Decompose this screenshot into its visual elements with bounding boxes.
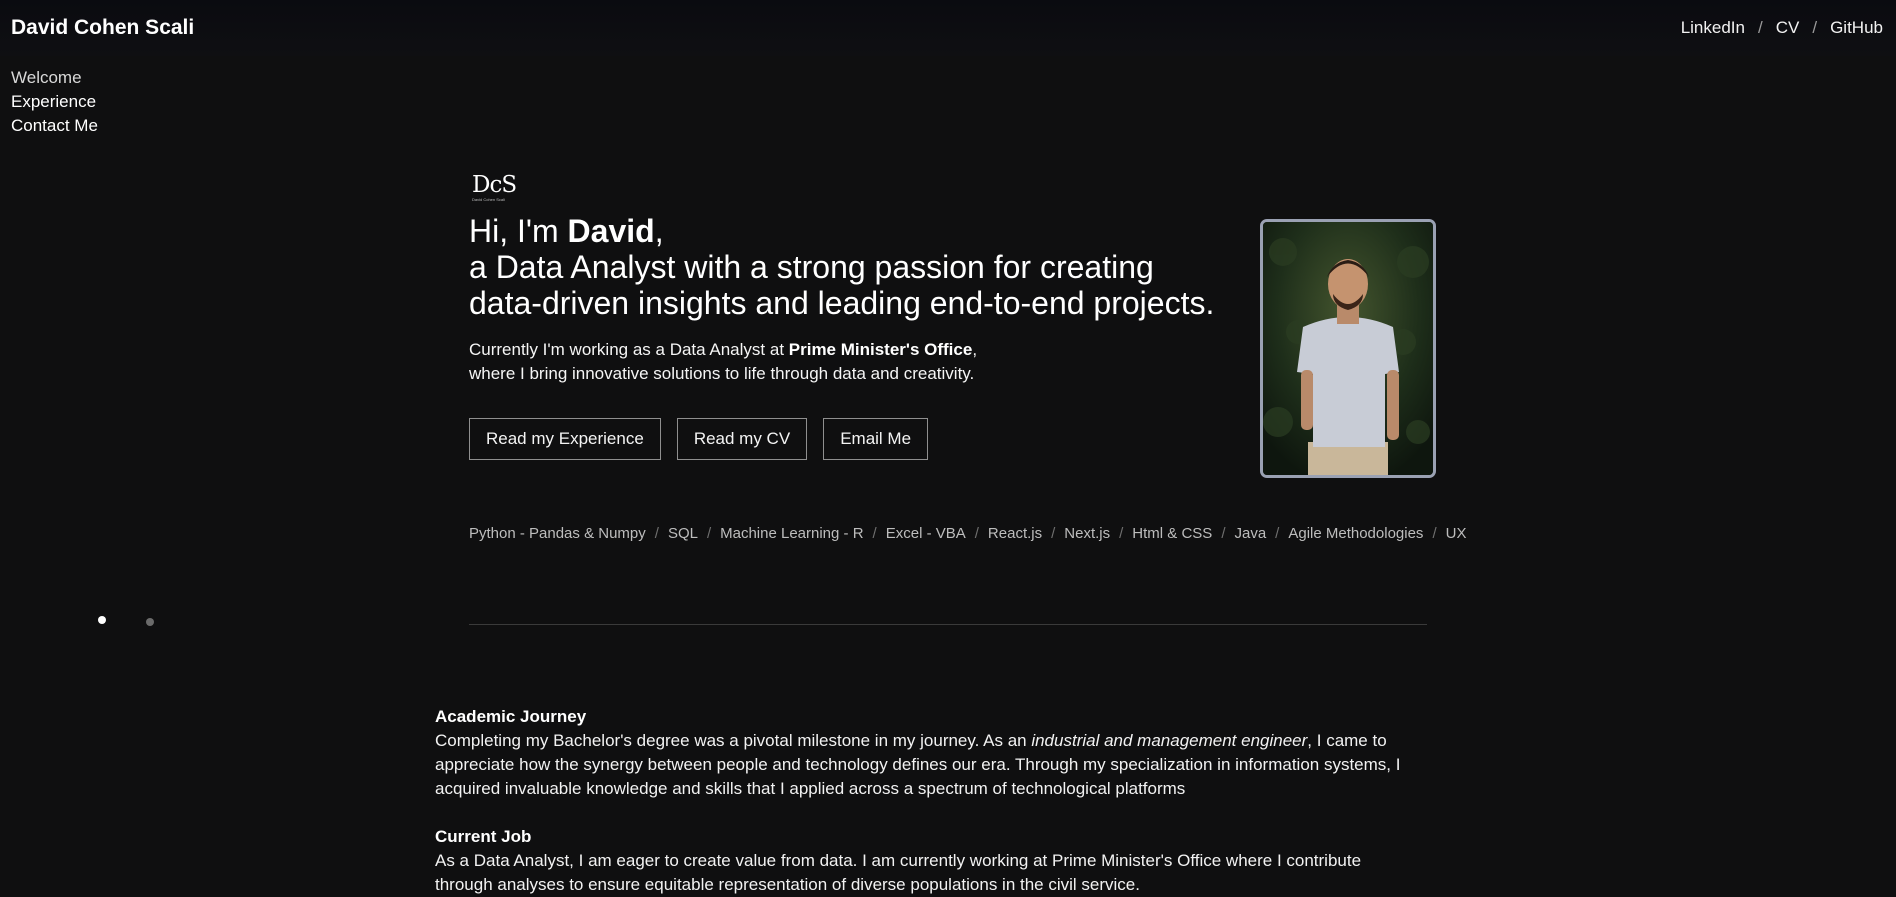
section-divider — [469, 624, 1427, 625]
current-job-text: As a Data Analyst, I am eager to create … — [435, 851, 1362, 894]
skill-item: React.js — [987, 525, 1043, 542]
intro-org: Prime Minister's Office — [788, 340, 973, 359]
slider-dot-active[interactable] — [98, 616, 106, 624]
skill-separator: / — [1119, 525, 1124, 542]
greeting-name: David — [567, 213, 655, 249]
skill-separator: / — [974, 525, 979, 542]
github-link[interactable]: GitHub — [1830, 18, 1883, 38]
intro-text: Currently I'm working as a Data Analyst … — [469, 338, 977, 386]
current-job-section: Current Job As a Data Analyst, I am eage… — [435, 825, 1415, 897]
top-bar: David Cohen Scali LinkedIn / CV / GitHub — [0, 0, 1896, 56]
skill-item: Html & CSS — [1132, 525, 1213, 542]
cv-link[interactable]: CV — [1776, 18, 1800, 38]
logo-mark: DcS — [472, 172, 517, 198]
skill-item: Machine Learning - R — [720, 525, 864, 542]
intro-line-2: where I bring innovative solutions to li… — [469, 364, 975, 383]
skill-item: Agile Methodologies — [1288, 525, 1424, 542]
greeting-suffix: , — [654, 213, 664, 249]
lead-line-1: a Data Analyst with a strong passion for… — [469, 249, 1154, 285]
nav-item-welcome[interactable]: Welcome — [11, 66, 98, 90]
side-navigation: Welcome Experience Contact Me — [11, 66, 98, 138]
nav-item-experience[interactable]: Experience — [11, 90, 98, 114]
current-job-title: Current Job — [435, 827, 532, 846]
skill-item: Java — [1234, 525, 1267, 542]
intro-comma: , — [972, 340, 978, 359]
academic-text-start: Completing my Bachelor's degree was a pi… — [435, 731, 1032, 750]
skill-item: UX — [1445, 525, 1467, 542]
nav-item-contact[interactable]: Contact Me — [11, 114, 98, 138]
academic-text: Completing my Bachelor's degree was a pi… — [435, 729, 1415, 801]
slider-dot[interactable] — [146, 618, 154, 626]
skill-separator: / — [1221, 525, 1226, 542]
lead-line-2: data-driven insights and leading end-to-… — [469, 285, 1215, 321]
skill-item: Excel - VBA — [885, 525, 966, 542]
email-me-button[interactable]: Email Me — [823, 418, 929, 460]
skill-separator: / — [706, 525, 712, 542]
intro-line-1: Currently I'm working as a Data Analyst … — [469, 338, 977, 362]
skill-item: Next.js — [1064, 525, 1111, 542]
hero-heading: Hi, I'm David, a Data Analyst with a str… — [469, 213, 1249, 321]
academic-emphasis: industrial and management engineer — [1031, 731, 1308, 750]
skill-separator: / — [872, 525, 877, 542]
skill-separator: / — [1051, 525, 1056, 542]
site-brand[interactable]: David Cohen Scali — [11, 16, 194, 40]
skill-item: SQL — [667, 525, 698, 542]
hero-buttons: Read my Experience Read my CV Email Me — [469, 418, 929, 460]
skills-list: Python - Pandas & Numpy / SQL / Machine Le… — [469, 525, 1466, 542]
read-cv-button[interactable]: Read my CV — [676, 418, 808, 460]
link-separator: / — [1757, 18, 1763, 37]
link-separator: / — [1812, 18, 1818, 37]
academic-section: Academic Journey Completing my Bachelor'… — [435, 705, 1415, 801]
greeting-prefix: Hi, I'm — [469, 213, 568, 249]
greeting: Hi, I'm David, — [469, 213, 1249, 249]
skill-item: Python - Pandas & Numpy — [469, 525, 646, 542]
read-experience-button[interactable]: Read my Experience — [469, 418, 661, 460]
skill-separator: / — [1275, 525, 1280, 542]
profile-photo — [1260, 219, 1436, 478]
academic-title: Academic Journey — [435, 707, 587, 726]
linkedin-link[interactable]: LinkedIn — [1681, 18, 1745, 38]
dcs-logo: DcS David Cohen Scali — [472, 172, 517, 203]
portrait-illustration — [1263, 222, 1433, 475]
skill-separator: / — [654, 525, 659, 542]
skill-separator: / — [1432, 525, 1437, 542]
intro-prefix: Currently I'm working as a Data Analyst … — [469, 340, 789, 359]
top-links: LinkedIn / CV / GitHub — [1681, 18, 1883, 38]
